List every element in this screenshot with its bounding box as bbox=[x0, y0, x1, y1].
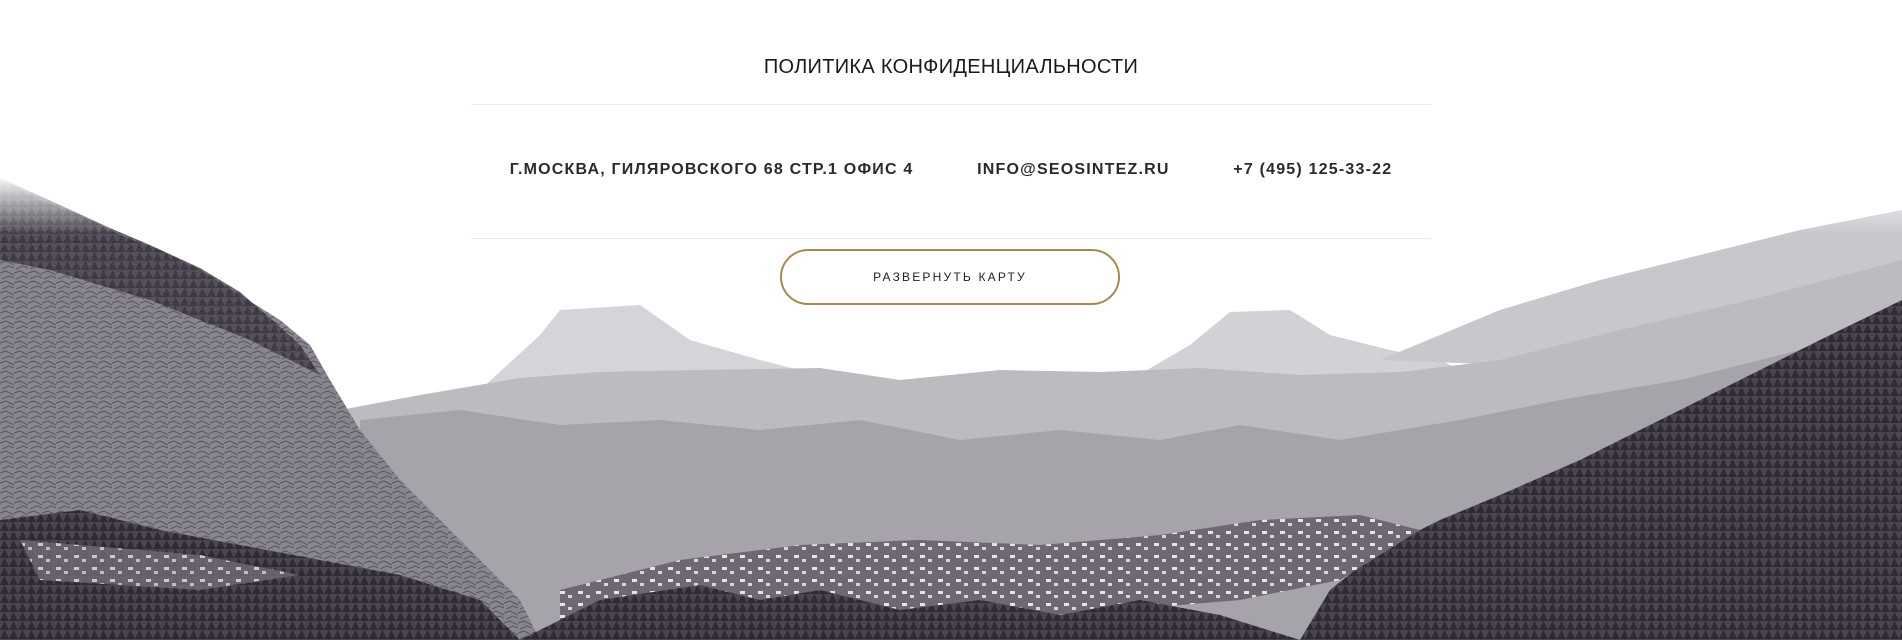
contact-info: Г.МОСКВА, ГИЛЯРОВСКОГО 68 СТР.1 ОФИС 4 I… bbox=[0, 161, 1902, 179]
privacy-policy-link[interactable]: ПОЛИТИКА КОНФИДЕНЦИАЛЬНОСТИ bbox=[0, 56, 1902, 79]
site-footer: ПОЛИТИКА КОНФИДЕНЦИАЛЬНОСТИ Г.МОСКВА, ГИ… bbox=[0, 0, 1902, 640]
expand-map-button[interactable]: РАЗВЕРНУТЬ КАРТУ bbox=[780, 249, 1120, 305]
email-link[interactable]: INFO@SEOSINTEZ.RU bbox=[977, 161, 1169, 178]
phone-link[interactable]: +7 (495) 125-33-22 bbox=[1233, 161, 1392, 178]
bottom-divider bbox=[471, 238, 1431, 239]
address-text: Г.МОСКВА, ГИЛЯРОВСКОГО 68 СТР.1 ОФИС 4 bbox=[509, 161, 914, 178]
mountain-landscape-background bbox=[0, 0, 1902, 640]
top-divider bbox=[471, 104, 1431, 105]
